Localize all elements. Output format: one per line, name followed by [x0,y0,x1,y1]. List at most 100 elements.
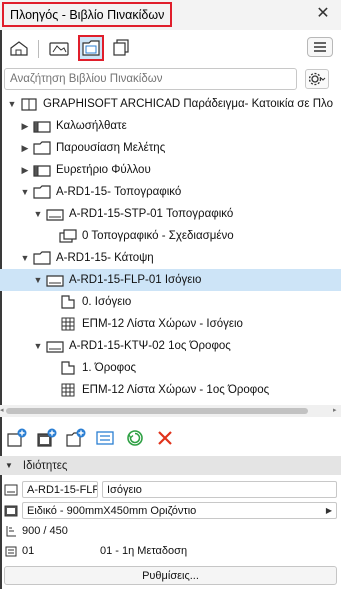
project-map-button[interactable] [6,35,32,61]
delete-button[interactable] [154,427,176,449]
update-button[interactable] [124,427,146,449]
layout-id-field[interactable]: A-RD1-15-FLP [22,481,98,498]
tree-item-label: A-RD1-15-ΚΤΨ-02 1ος Όροφος [69,340,231,352]
tree-item-label: ΕΠΜ-12 Λίστα Χώρων - Ισόγειο [82,318,243,330]
view-map-button[interactable] [46,35,72,61]
tree-item[interactable]: ▶ Παρουσίαση Μελέτης [0,137,341,159]
layout-book-button[interactable] [78,35,104,61]
size-icon [4,524,18,538]
layout-icon [46,206,64,222]
layout-book-icon [82,40,100,56]
tree-item-label: 0 Τοπογραφικό - Σχεδιασμένο [82,230,234,242]
properties-header[interactable]: ▼ Ιδιότητες [0,456,341,475]
tree-item[interactable]: ▶0 Τοπογραφικό - Σχεδιασμένο [0,225,341,247]
properties-title: Ιδιότητες [22,459,68,472]
gear-icon [308,72,326,86]
tree-item-label: A-RD1-15-FLP-01 Ισόγειο [69,274,202,286]
tree-item-label: ΕΠΜ-12 Λίστα Χώρων - 1ος Όροφος [82,384,270,396]
list-icon [96,431,114,445]
refresh-icon [127,430,143,446]
expand-arrow-icon[interactable]: ▼ [19,247,31,269]
collapse-arrow-icon[interactable]: ▶ [19,115,31,137]
tree-item[interactable]: ▼ A-RD1-15-ΚΤΨ-02 1ος Όροφος [0,335,341,357]
tree-item[interactable]: ▼ GRAPHISOFT ARCHICAD Παράδειγμα- Κατοικί… [0,93,341,115]
new-layout-icon [7,428,27,447]
publisher-sets-icon [113,39,129,56]
collapse-triangle-icon: ▼ [5,461,13,470]
tree-item-label: A-RD1-15-STP-01 Τοπογραφικό [69,208,234,220]
hamburger-menu-icon [314,42,326,52]
new-subset-icon [66,428,86,447]
tree-item[interactable]: ▶ΕΠΜ-12 Λίστα Χώρων - Ισόγειο [0,313,341,335]
new-subset-button[interactable] [65,427,87,449]
expand-arrow-icon[interactable]: ▼ [32,269,44,291]
collapse-arrow-icon[interactable]: ▶ [19,159,31,181]
layout-name-field[interactable]: Ισόγειο [102,481,337,498]
id-name-row: A-RD1-15-FLP Ισόγειο [0,480,341,499]
folder-icon [33,140,51,156]
search-input[interactable] [4,68,297,90]
new-layout-button[interactable] [6,427,28,449]
tree-item[interactable]: ▶0. Ισόγειο [0,291,341,313]
floor-plan-icon [59,294,77,310]
options-menu-button[interactable] [307,37,333,57]
new-master-button[interactable] [36,427,58,449]
tree-item[interactable]: ▼ A-RD1-15- Τοπογραφικό [0,181,341,203]
settings-button[interactable]: Ρυθμίσεις... [4,566,337,585]
tree-item-label: 0. Ισόγειο [82,296,132,308]
layout-id-icon [4,483,18,497]
tree-horizontal-scrollbar[interactable]: ◂ ▸ [0,405,341,417]
layout-icon [46,272,64,288]
schedule-table-icon [59,382,77,398]
master-layout-icon [33,118,51,134]
close-icon[interactable]: ✕ [313,4,333,24]
search-row [0,66,341,92]
floor-plan-icon [59,360,77,376]
tree-item[interactable]: ▼ A-RD1-15- Κάτοψη [0,247,341,269]
tree-item-label: Ευρετήριο Φύλλου [56,164,151,176]
tree-item-label: Καλωσήλθατε [56,120,127,132]
tree-item[interactable]: ▼ A-RD1-15-FLP-01 Ισόγειο [0,269,341,291]
tree-item[interactable]: ▶ΕΠΜ-12 Λίστα Χώρων - 1ος Όροφος [0,379,341,401]
expand-arrow-icon[interactable]: ▼ [19,181,31,203]
scroll-right-icon[interactable]: ▸ [333,405,339,417]
master-row: Ειδικό - 900mmX450mm Οριζόντιο ▶ [0,501,341,520]
window-title: Πλοηγός - Βιβλίο Πινακίδων [2,2,173,27]
tree-item-label: 1. Όροφος [82,362,137,374]
folder-icon [33,184,51,200]
new-master-icon [37,428,57,447]
view-map-icon [49,42,69,56]
tree-item[interactable]: ▶ Καλωσήλθατε [0,115,341,137]
search-settings-button[interactable] [305,69,329,89]
revision-label-value: 01 - 1η Μεταδοση [100,545,188,557]
dropdown-arrow-icon: ▶ [325,506,332,515]
revision-icon [4,544,18,558]
size-row: 900 / 450 [0,523,341,539]
layout-book-tree: ▼ GRAPHISOFT ARCHICAD Παράδειγμα- Κατοικί… [0,93,341,405]
master-layout-value: Ειδικό - 900mmX450mm Οριζόντιο [27,504,197,517]
tree-item[interactable]: ▶ Ευρετήριο Φύλλου [0,159,341,181]
expand-arrow-icon[interactable]: ▼ [32,203,44,225]
master-layout-icon [33,162,51,178]
expand-arrow-icon[interactable]: ▼ [6,93,18,115]
tree-item[interactable]: ▶1. Όροφος [0,357,341,379]
folder-icon [33,250,51,266]
delete-icon [158,431,172,445]
collapse-arrow-icon[interactable]: ▶ [19,137,31,159]
navigator-toolbar [0,32,341,64]
layout-icon [46,338,64,354]
toolbar-separator [38,40,39,58]
publisher-sets-button[interactable] [108,35,134,61]
drawing-icon [59,228,77,244]
master-layout-select[interactable]: Ειδικό - 900mmX450mm Οριζόντιο ▶ [22,502,337,519]
tree-item[interactable]: ▼ A-RD1-15-STP-01 Τοπογραφικό [0,203,341,225]
master-layout-icon [4,504,18,518]
expand-arrow-icon[interactable]: ▼ [32,335,44,357]
schedule-table-icon [59,316,77,332]
scrollbar-thumb[interactable] [6,408,308,414]
action-bar [0,424,341,452]
tree-item-label: Παρουσίαση Μελέτης [56,142,166,154]
revision-row: 01 01 - 1η Μεταδοση [0,543,341,559]
layout-list-button[interactable] [94,427,116,449]
tree-item-label: GRAPHISOFT ARCHICAD Παράδειγμα- Κατοικία… [43,98,333,110]
